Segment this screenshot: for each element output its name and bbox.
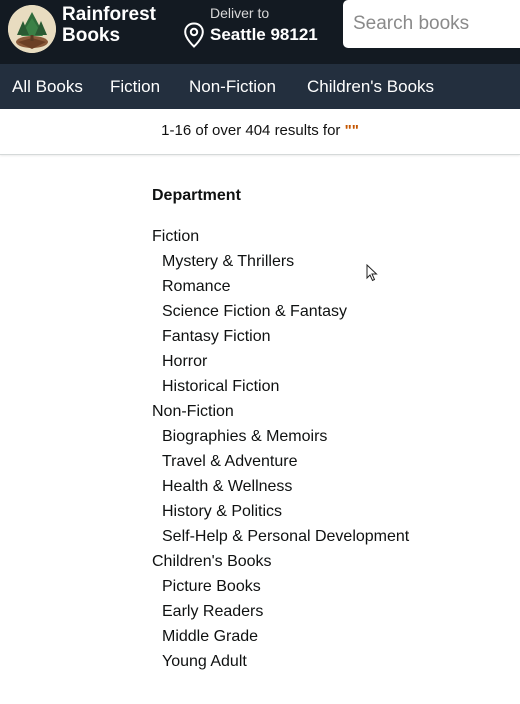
nav-all-books[interactable]: All Books (12, 77, 83, 97)
department-biographies-memoirs[interactable]: Biographies & Memoirs (152, 424, 492, 449)
department-filter: Department Fiction Mystery & Thrillers R… (152, 185, 492, 674)
results-summary: 1-16 of over 404 results for "" (0, 122, 520, 139)
department-fiction[interactable]: Fiction (152, 224, 492, 249)
search-input[interactable] (343, 0, 520, 48)
department-picture-books[interactable]: Picture Books (152, 574, 492, 599)
location-pin-icon (184, 22, 204, 48)
department-middle-grade[interactable]: Middle Grade (152, 624, 492, 649)
department-fantasy-fiction[interactable]: Fantasy Fiction (152, 324, 492, 349)
department-science-fiction-fantasy[interactable]: Science Fiction & Fantasy (152, 299, 492, 324)
results-query-text: "" (344, 122, 359, 139)
brand-line-1: Rainforest (62, 4, 156, 25)
rainforest-books-logo[interactable] (8, 5, 56, 53)
department-romance[interactable]: Romance (152, 274, 492, 299)
department-travel-adventure[interactable]: Travel & Adventure (152, 449, 492, 474)
results-count-text: 1-16 of over 404 results for (161, 122, 341, 139)
department-horror[interactable]: Horror (152, 349, 492, 374)
nav-childrens-books[interactable]: Children's Books (307, 77, 434, 97)
department-heading: Department (152, 187, 241, 204)
department-young-adult[interactable]: Young Adult (152, 649, 492, 674)
top-header: Rainforest Books Deliver to Seattle 9812… (0, 0, 520, 64)
department-non-fiction[interactable]: Non-Fiction (152, 399, 492, 424)
department-list: Fiction Mystery & Thrillers Romance Scie… (152, 224, 492, 674)
category-nav: All Books Fiction Non-Fiction Children's… (0, 64, 520, 109)
brand-name[interactable]: Rainforest Books (62, 4, 156, 46)
department-self-help[interactable]: Self-Help & Personal Development (152, 524, 492, 549)
department-health-wellness[interactable]: Health & Wellness (152, 474, 492, 499)
nav-fiction[interactable]: Fiction (110, 77, 160, 97)
deliver-to-label: Deliver to (210, 5, 270, 21)
nav-non-fiction[interactable]: Non-Fiction (189, 77, 276, 97)
deliver-location-text: Seattle 98121 (210, 25, 318, 44)
results-summary-bar: 1-16 of over 404 results for "" (0, 109, 520, 155)
department-childrens-books[interactable]: Children's Books (152, 549, 492, 574)
tree-logo-icon (8, 5, 56, 53)
department-history-politics[interactable]: History & Politics (152, 499, 492, 524)
mouse-cursor-icon (366, 264, 378, 282)
department-mystery-thrillers[interactable]: Mystery & Thrillers (152, 249, 492, 274)
department-historical-fiction[interactable]: Historical Fiction (152, 374, 492, 399)
brand-line-2: Books (62, 25, 121, 46)
department-early-readers[interactable]: Early Readers (152, 599, 492, 624)
